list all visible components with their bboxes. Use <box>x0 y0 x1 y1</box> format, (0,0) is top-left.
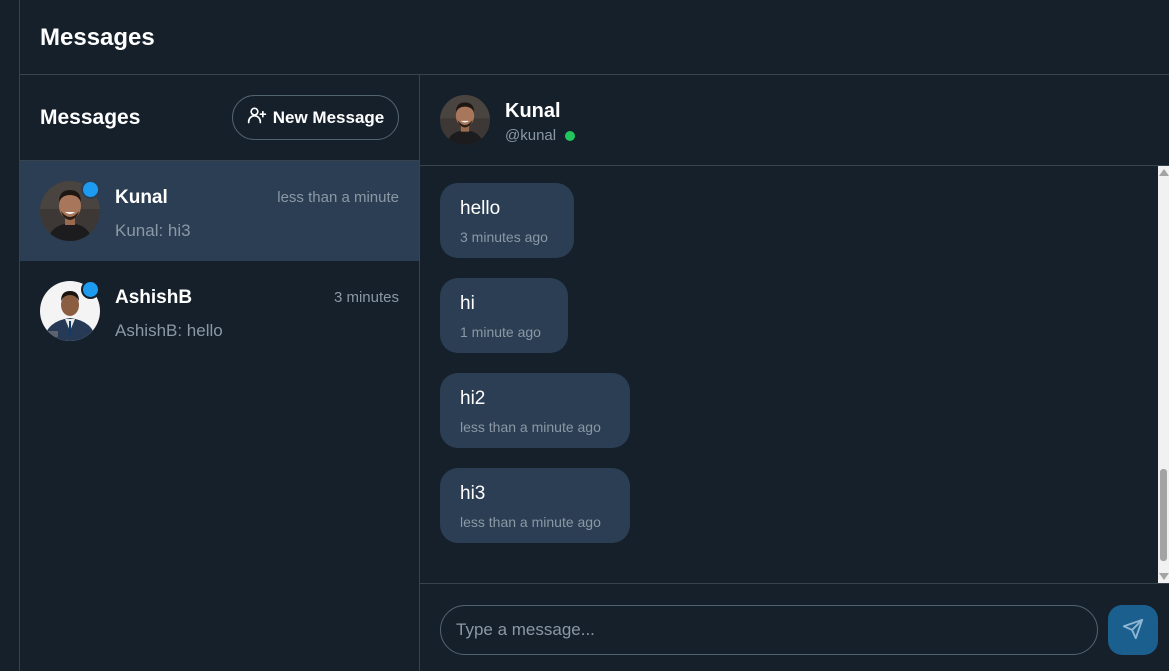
unread-indicator <box>81 280 100 299</box>
scroll-up-arrow-icon[interactable] <box>1159 169 1169 176</box>
left-rail <box>0 0 20 671</box>
page-header: Messages <box>20 0 1169 75</box>
message-time: 3 minutes ago <box>460 229 548 245</box>
message-text: hi <box>460 293 475 314</box>
send-icon <box>1122 618 1144 643</box>
message-time: less than a minute ago <box>460 514 601 530</box>
message-composer <box>420 583 1169 671</box>
message-bubble: hello 3 minutes ago <box>440 183 574 258</box>
chat-contact-name: Kunal <box>505 100 561 122</box>
message-text: hi2 <box>460 388 486 409</box>
message-bubble: hi3 less than a minute ago <box>440 468 630 543</box>
new-message-button[interactable]: New Message <box>232 95 399 140</box>
scroll-down-arrow-icon[interactable] <box>1159 573 1169 580</box>
message-time: less than a minute ago <box>460 419 601 435</box>
message-thread[interactable]: hello 3 minutes ago hi 1 minute ago hi2 … <box>420 166 1169 583</box>
chat-contact-handle: @kunal <box>505 127 557 144</box>
new-message-label: New Message <box>272 107 385 127</box>
conversation-preview: Kunal: hi3 <box>115 221 191 240</box>
conversation-item-kunal[interactable]: Kunal less than a minute Kunal: hi3 <box>20 161 419 261</box>
conversation-name: AshishB <box>115 287 193 308</box>
send-button[interactable] <box>1108 605 1158 655</box>
chat-header: Kunal @kunal <box>420 75 1169 166</box>
message-input[interactable] <box>440 605 1098 655</box>
message-text: hi3 <box>460 483 486 504</box>
message-bubble: hi 1 minute ago <box>440 278 568 353</box>
chat-panel: Kunal @kunal hello 3 minutes ago hi 1 mi… <box>420 75 1169 671</box>
scrollbar-thumb[interactable] <box>1160 469 1167 561</box>
conversation-list-panel: Messages New Message Kunal less than a m… <box>20 75 420 671</box>
message-bubble: hi2 less than a minute ago <box>440 373 630 448</box>
message-text: hello <box>460 198 501 219</box>
conversation-list-title: Messages <box>40 106 141 129</box>
conversation-time: 3 minutes <box>333 289 399 306</box>
page-title: Messages <box>40 24 155 51</box>
conversation-time: less than a minute <box>277 189 399 206</box>
unread-indicator <box>81 180 100 199</box>
conversation-item-ashishb[interactable]: AshishB 3 minutes AshishB: hello <box>20 261 419 361</box>
avatar[interactable] <box>440 95 490 145</box>
messages-app: Messages Messages New Message Kunal less… <box>0 0 1169 671</box>
conversation-list-header: Messages New Message <box>20 75 419 161</box>
user-plus-icon <box>247 105 267 130</box>
message-time: 1 minute ago <box>460 324 541 340</box>
conversation-name: Kunal <box>115 187 168 208</box>
scrollbar[interactable] <box>1158 166 1169 583</box>
online-status-indicator <box>565 131 575 141</box>
conversation-preview: AshishB: hello <box>115 321 223 340</box>
